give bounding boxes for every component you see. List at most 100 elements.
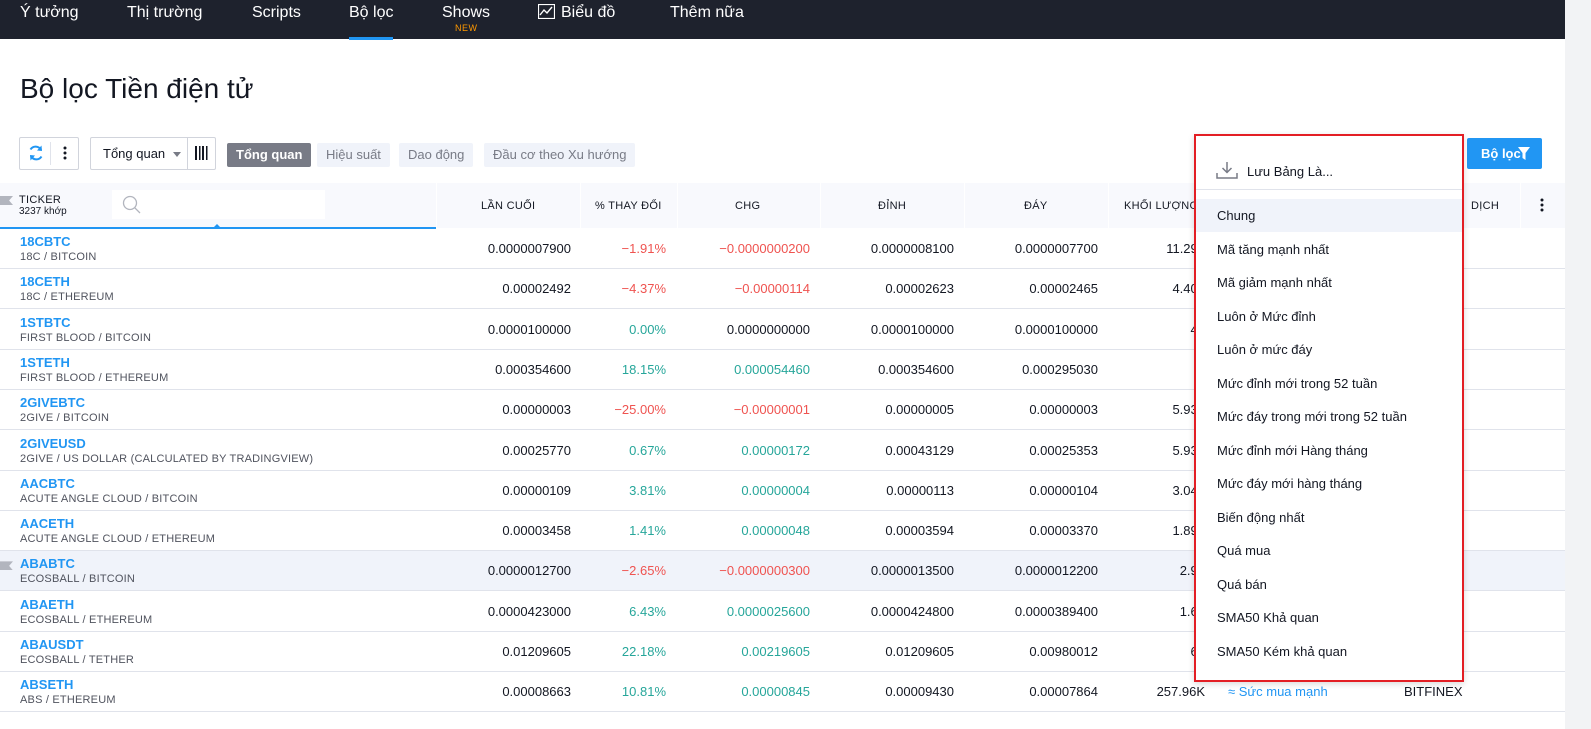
cell-chg: 0.00000845: [741, 684, 810, 700]
column-settings-icon[interactable]: [1539, 196, 1545, 214]
columns-icon[interactable]: [194, 145, 208, 161]
cell-vol: 257.96K: [1156, 684, 1205, 700]
cell-high: 0.0000100000: [870, 321, 954, 337]
chevron-down-icon: [173, 152, 181, 157]
divider: [50, 142, 51, 165]
header-low[interactable]: ĐÁY: [1024, 200, 1048, 212]
cell-pct: −25.00%: [614, 402, 666, 418]
cell-pct: 3.81%: [629, 482, 666, 498]
menu-item-preset[interactable]: Luôn ở mức đáy: [1196, 333, 1462, 366]
nav-shows[interactable]: Shows: [442, 4, 490, 22]
ticker-symbol[interactable]: 1STETH: [20, 355, 70, 370]
cell-high: 0.00000005: [885, 402, 954, 418]
cell-chg: −0.00000114: [734, 281, 810, 297]
exchange-name: BITFINEX: [1404, 684, 1463, 700]
ticker-description: 18C / ETHEREUM: [20, 291, 114, 304]
menu-item-preset[interactable]: Luôn ở Mức đỉnh: [1196, 300, 1462, 333]
cell-pct: 22.18%: [621, 644, 666, 659]
ticker-symbol[interactable]: ABABTC: [20, 556, 75, 571]
menu-item-preset[interactable]: Mức đáy trong mới trong 52 tuần: [1196, 400, 1462, 433]
nav-markets[interactable]: Thị trường: [127, 4, 202, 22]
tab-performance[interactable]: Hiệu suất: [317, 143, 390, 167]
cell-high: 0.00003594: [885, 523, 954, 539]
tab-overview[interactable]: Tổng quan: [227, 143, 312, 167]
cell-low: 0.00000003: [1029, 402, 1098, 418]
ticker-symbol[interactable]: 2GIVEBTC: [20, 395, 85, 410]
menu-item-preset[interactable]: Mức đỉnh mới Hàng tháng: [1196, 434, 1462, 467]
cell-last: 0.00000109: [502, 482, 571, 498]
menu-item-preset[interactable]: Quá bán: [1196, 568, 1462, 601]
divider: [187, 138, 188, 169]
cell-last: 0.0000012700: [487, 563, 571, 579]
ticker-symbol[interactable]: AACBTC: [20, 476, 75, 491]
match-count: 3237 khớp: [19, 206, 67, 217]
menu-item-preset[interactable]: Mức đáy mới hàng tháng: [1196, 467, 1462, 500]
ticker-search-input[interactable]: [112, 190, 325, 219]
nav-chart[interactable]: Biểu đồ: [538, 4, 615, 22]
header-last[interactable]: LẦN CUỐI: [481, 200, 535, 212]
cell-chg: 0.0000025600: [726, 603, 810, 619]
nav-more[interactable]: Thêm nữa: [670, 4, 744, 22]
tab-oscillators[interactable]: Dao động: [399, 143, 474, 167]
cell-low: 0.00980012: [1029, 644, 1098, 659]
nav-screener[interactable]: Bộ lọc: [349, 4, 394, 40]
cell-last: 0.0000423000: [487, 603, 571, 619]
menu-item-preset[interactable]: SMA50 Kém khả quan: [1196, 635, 1462, 668]
menu-item-preset[interactable]: Mã giảm mạnh nhất: [1196, 266, 1462, 299]
view-select[interactable]: Tổng quan: [90, 137, 216, 170]
cell-high: 0.00000113: [886, 482, 954, 498]
cell-high: 0.00043129: [885, 442, 954, 458]
header-exchange[interactable]: DỊCH: [1471, 200, 1499, 212]
header-change-pct[interactable]: % THAY ĐỔI: [595, 200, 662, 212]
nav-ideas[interactable]: Ý tưởng: [20, 4, 79, 22]
column-divider: [1520, 183, 1521, 228]
refresh-icon[interactable]: [27, 144, 45, 162]
cell-high: 0.000354600: [878, 361, 954, 377]
filter-button-label: Bộ lọc: [1481, 146, 1521, 161]
header-high[interactable]: ĐỈNH: [878, 200, 906, 212]
header-ticker[interactable]: TICKER: [19, 194, 61, 206]
ticker-symbol[interactable]: AACETH: [20, 516, 74, 531]
menu-divider: [1196, 189, 1462, 190]
ticker-symbol[interactable]: ABAETH: [20, 597, 74, 612]
flag-icon[interactable]: [0, 561, 13, 571]
cell-high: 0.0000013500: [870, 563, 954, 579]
cell-pct: 0.00%: [629, 321, 666, 337]
menu-item-preset[interactable]: SMA50 Khả quan: [1196, 601, 1462, 634]
cell-pct: 6.43%: [629, 603, 666, 619]
menu-item-preset[interactable]: Mã tăng mạnh nhất: [1196, 233, 1462, 266]
cell-chg: 0.00000004: [741, 482, 810, 498]
menu-item-preset[interactable]: Quá mua: [1196, 534, 1462, 567]
cell-low: 0.00007864: [1029, 684, 1098, 700]
cell-pct: 10.81%: [621, 684, 666, 700]
ticker-symbol[interactable]: 18CBTC: [20, 234, 71, 249]
ticker-symbol[interactable]: 18CETH: [20, 274, 70, 289]
filter-button[interactable]: Bộ lọc: [1467, 138, 1542, 169]
cell-last: 0.0000100000: [487, 321, 571, 337]
cell-last: 0.00008663: [502, 684, 571, 700]
header-volume[interactable]: KHỐI LƯỢNG: [1124, 200, 1198, 212]
ticker-description: ACUTE ANGLE CLOUD / BITCOIN: [20, 492, 198, 505]
new-badge: NEW: [455, 23, 478, 33]
menu-item-preset[interactable]: Chung: [1196, 199, 1462, 232]
cell-last: 0.00025770: [502, 442, 571, 458]
ticker-symbol[interactable]: 1STBTC: [20, 315, 71, 330]
technical-rating: ≈ Sức mua mạnh: [1228, 684, 1328, 699]
cell-low: 0.0000012200: [1014, 563, 1098, 579]
ticker-symbol[interactable]: ABSETH: [20, 677, 73, 692]
ticker-symbol[interactable]: 2GIVEUSD: [20, 436, 86, 451]
cell-chg: 0.000054460: [734, 361, 810, 377]
save-table-as-label: Lưu Bảng Là...: [1247, 164, 1334, 179]
header-change[interactable]: CHG: [735, 200, 760, 212]
top-navigation: Ý tưởng Thị trường Scripts Bộ lọc Shows …: [0, 0, 1565, 40]
cell-chg: 0.00000172: [741, 442, 810, 458]
ticker-symbol[interactable]: ABAUSDT: [20, 637, 84, 652]
tab-trend-following[interactable]: Đầu cơ theo Xu hướng: [484, 143, 636, 167]
menu-item-preset[interactable]: Biến động nhất: [1196, 501, 1462, 534]
page-scrollbar[interactable]: [1565, 0, 1591, 729]
menu-item-preset[interactable]: Mức đỉnh mới trong 52 tuần: [1196, 367, 1462, 400]
nav-scripts[interactable]: Scripts: [252, 4, 301, 22]
cell-chg: 0.00000048: [741, 523, 810, 539]
cell-high: 0.00002623: [885, 281, 954, 297]
more-options-icon[interactable]: [62, 144, 68, 162]
